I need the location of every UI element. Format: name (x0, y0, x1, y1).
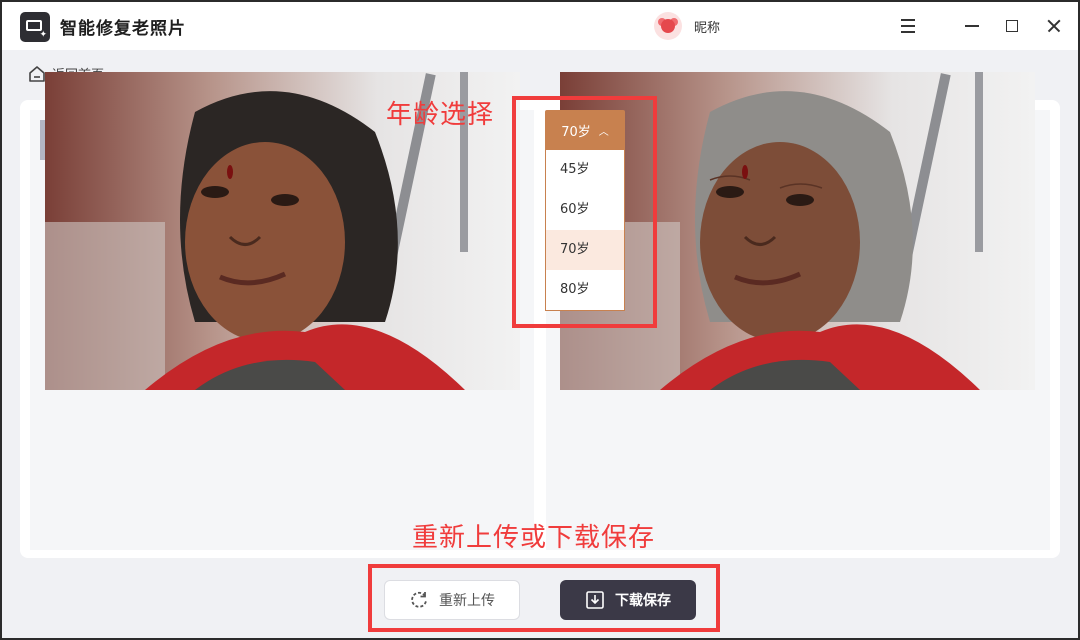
reupload-button[interactable]: 重新上传 (384, 580, 520, 620)
download-save-button[interactable]: 下载保存 (560, 580, 696, 620)
app-title: 智能修复老照片 (60, 19, 186, 39)
avatar[interactable] (654, 12, 682, 40)
user-nickname[interactable]: 昵称 (694, 17, 720, 36)
home-icon (29, 65, 45, 82)
close-icon[interactable] (1042, 14, 1066, 38)
menu-icon[interactable] (896, 14, 920, 38)
app-logo-icon: ✦ (20, 12, 50, 42)
refresh-icon (411, 591, 427, 608)
download-icon (586, 591, 604, 609)
title-bar: ✦ 智能修复老照片 昵称 (2, 2, 1078, 50)
download-save-label: 下载保存 (615, 593, 671, 609)
maximize-icon[interactable] (1000, 14, 1024, 38)
reupload-save-annotation: 重新上传或下载保存 (412, 523, 656, 553)
minimize-icon[interactable] (960, 14, 984, 38)
age-select-highlight (512, 96, 657, 328)
age-select-annotation: 年龄选择 (386, 100, 495, 130)
reupload-label: 重新上传 (439, 593, 495, 609)
